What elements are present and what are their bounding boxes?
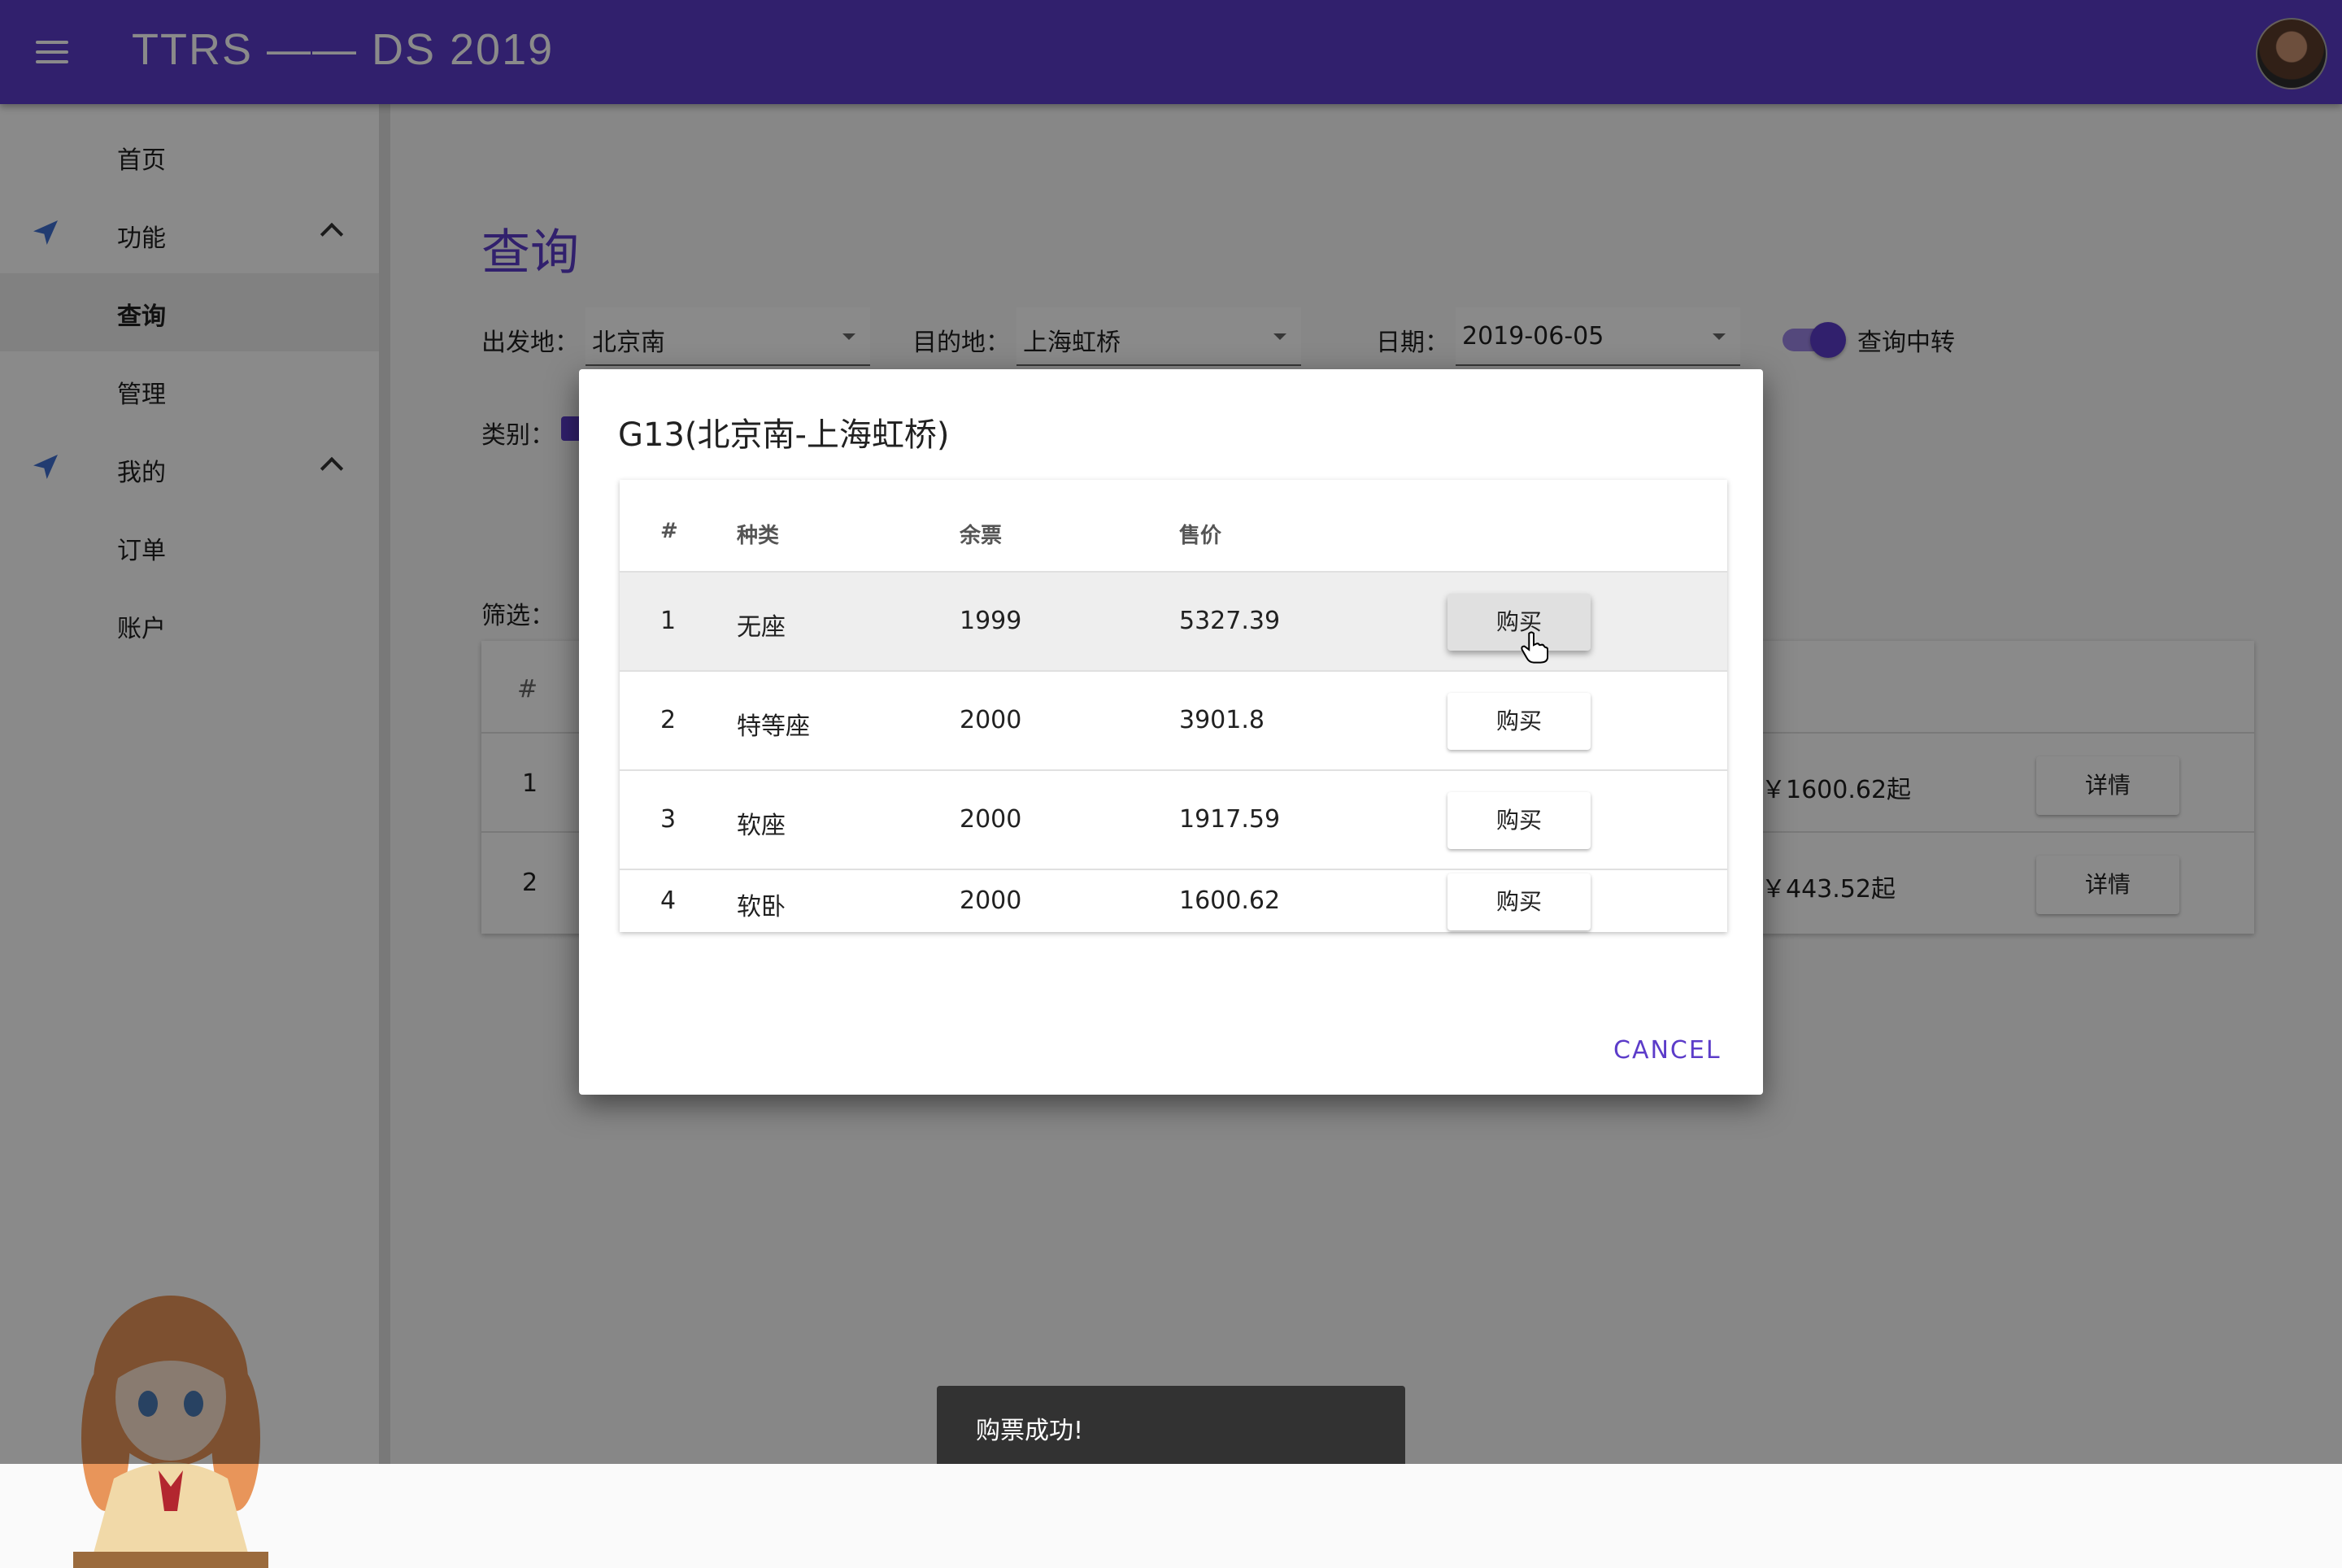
cancel-button[interactable]: CANCEL	[1613, 1036, 1722, 1065]
row-remaining: 2000	[960, 805, 1022, 834]
buy-button[interactable]: 购买	[1447, 792, 1591, 849]
table-header-price: 售价	[1179, 524, 1222, 548]
row-index: 3	[660, 805, 677, 834]
table-row: 3 软座 2000 1917.59 购买	[620, 769, 1727, 869]
row-remaining: 2000	[960, 706, 1022, 734]
row-price: 5327.39	[1179, 607, 1281, 635]
row-index: 1	[660, 607, 677, 635]
snackbar-message: 购票成功!	[976, 1417, 1084, 1445]
table-header-index: #	[660, 519, 678, 543]
row-type: 无座	[737, 613, 786, 642]
row-index: 2	[660, 706, 677, 734]
buy-button[interactable]: 购买	[1447, 693, 1591, 750]
row-index: 4	[660, 886, 677, 915]
hand-pointer-icon	[1521, 631, 1548, 664]
table-header-remaining: 余票	[960, 524, 1003, 548]
ticket-dialog: G13(北京南-上海虹桥) # 种类 余票 售价 1 无座 1999 5327.…	[579, 369, 1763, 1095]
table-row: 1 无座 1999 5327.39 购买	[620, 571, 1727, 670]
row-price: 3901.8	[1179, 706, 1265, 734]
row-remaining: 2000	[960, 886, 1022, 915]
ticket-table: # 种类 余票 售价 1 无座 1999 5327.39 购买 2 特等座 20…	[620, 480, 1727, 932]
row-price: 1600.62	[1179, 886, 1281, 915]
row-price: 1917.59	[1179, 805, 1281, 834]
table-row: 2 特等座 2000 3901.8 购买	[620, 670, 1727, 769]
snackbar: 购票成功!	[937, 1386, 1405, 1464]
buy-button[interactable]: 购买	[1447, 873, 1591, 930]
row-remaining: 1999	[960, 607, 1022, 635]
table-row: 4 软卧 2000 1600.62 购买	[620, 869, 1727, 932]
dialog-title: G13(北京南-上海虹桥)	[618, 416, 950, 454]
row-type: 特等座	[737, 712, 810, 741]
row-type: 软卧	[737, 893, 786, 921]
table-header-type: 种类	[737, 524, 780, 548]
row-type: 软座	[737, 812, 786, 840]
